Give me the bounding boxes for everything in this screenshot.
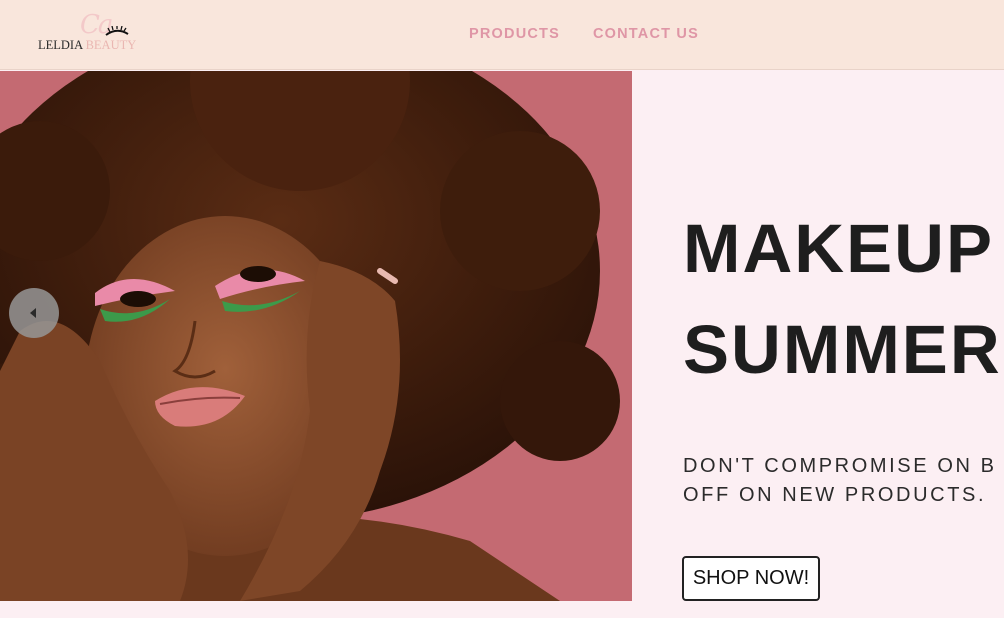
hero-subtext: DON'T COMPROMISE ON B OFF ON NEW PRODUCT…: [683, 452, 997, 510]
page: Ca LELDIA BEAUTY PRODUCTS CONTACT US MAK…: [0, 0, 1004, 618]
main-nav: PRODUCTS CONTACT US: [469, 27, 699, 42]
nav-products[interactable]: PRODUCTS: [469, 27, 560, 42]
hero-headline-line-1: MAKEUP: [683, 210, 995, 287]
eyelash-icon: [105, 26, 129, 36]
brand-logo[interactable]: Ca LELDIA BEAUTY: [34, 12, 146, 56]
nav-contact-us[interactable]: CONTACT US: [593, 27, 699, 42]
carousel-prev-button[interactable]: [9, 288, 59, 338]
shop-now-button[interactable]: SHOP NOW!: [682, 556, 820, 601]
hero-text-panel: MAKEUP SUMMER DON'T COMPROMISE ON B OFF …: [632, 71, 1004, 618]
logo-text: LELDIA BEAUTY: [38, 39, 136, 52]
logo-name: LELDIA: [38, 38, 83, 52]
site-header: Ca LELDIA BEAUTY PRODUCTS CONTACT US: [0, 0, 1004, 70]
logo-suffix: BEAUTY: [85, 38, 137, 52]
model-portrait-illustration: [0, 71, 632, 601]
hero-headline-line-2: SUMMER: [683, 311, 1002, 388]
chevron-left-icon: [30, 308, 36, 318]
hero-subtext-line-1: DON'T COMPROMISE ON B: [683, 455, 997, 477]
hero-image: [0, 71, 632, 601]
hero-subtext-line-2: OFF ON NEW PRODUCTS.: [683, 484, 987, 506]
